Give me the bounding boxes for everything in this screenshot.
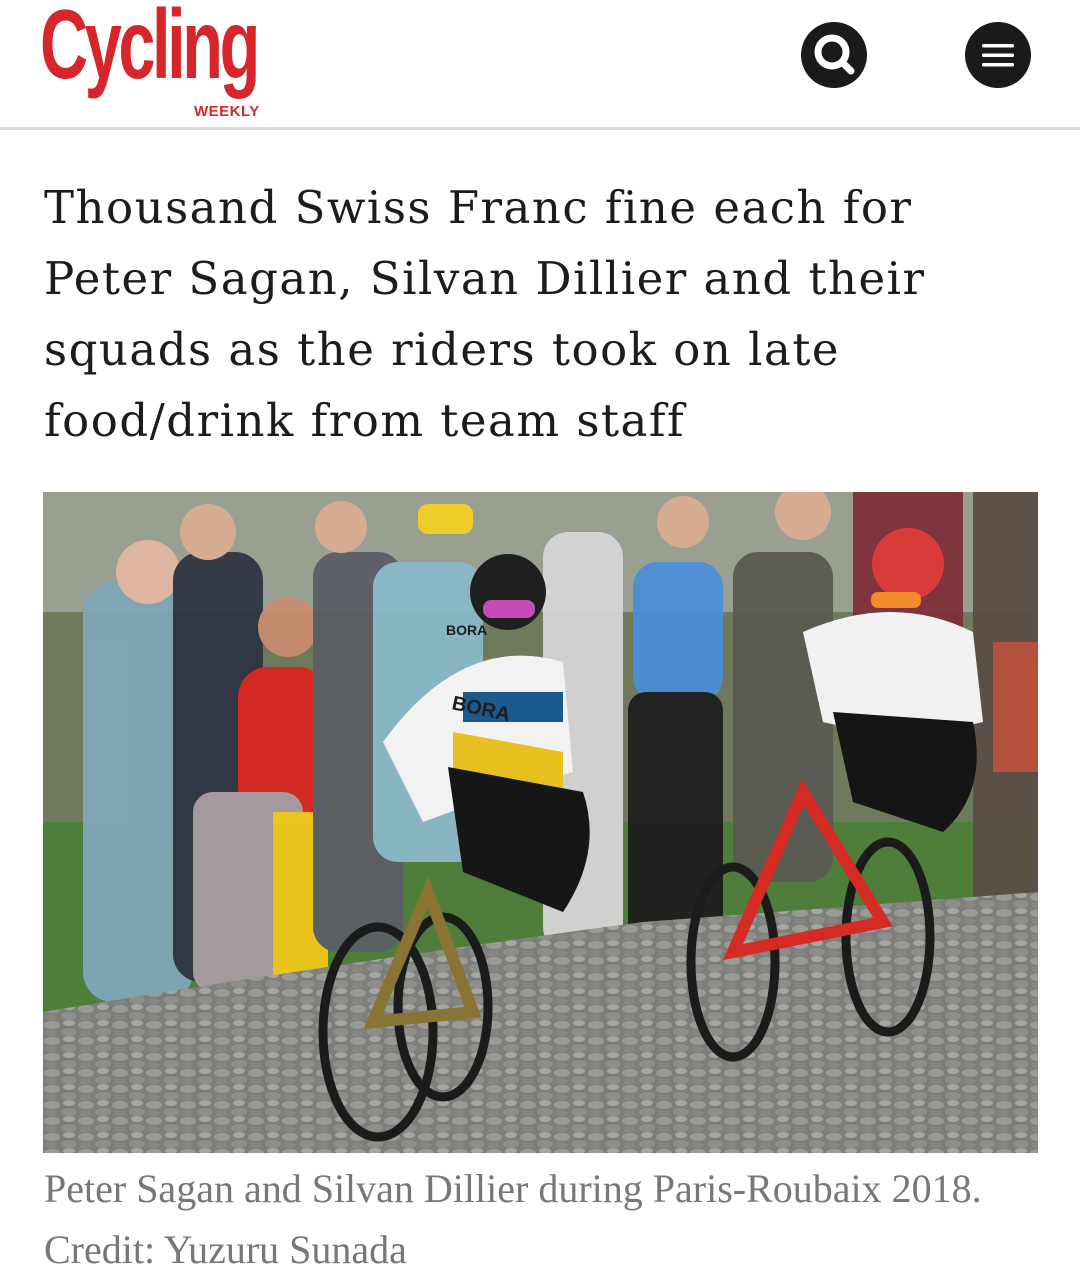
hamburger-menu-icon — [982, 44, 1014, 67]
photo-caption: Peter Sagan and Silvan Dillier during Pa… — [44, 1166, 982, 1272]
logo-wordmark: Cycling — [40, 0, 260, 99]
site-header: Cycling WEEKLY — [0, 0, 1080, 130]
cycling-weekly-logo[interactable]: Cycling WEEKLY — [40, 0, 265, 122]
article-photo: BORA BORA — [43, 492, 1038, 1153]
search-icon — [814, 34, 855, 75]
search-button[interactable] — [801, 22, 867, 88]
article-headline: Thousand Swiss Franc fine each for Peter… — [44, 181, 926, 447]
menu-button[interactable] — [965, 22, 1031, 88]
jersey-text-left: BORA — [446, 622, 487, 638]
logo-subtitle: WEEKLY — [194, 103, 260, 120]
race-photo-illustration: BORA BORA — [43, 492, 1038, 1153]
